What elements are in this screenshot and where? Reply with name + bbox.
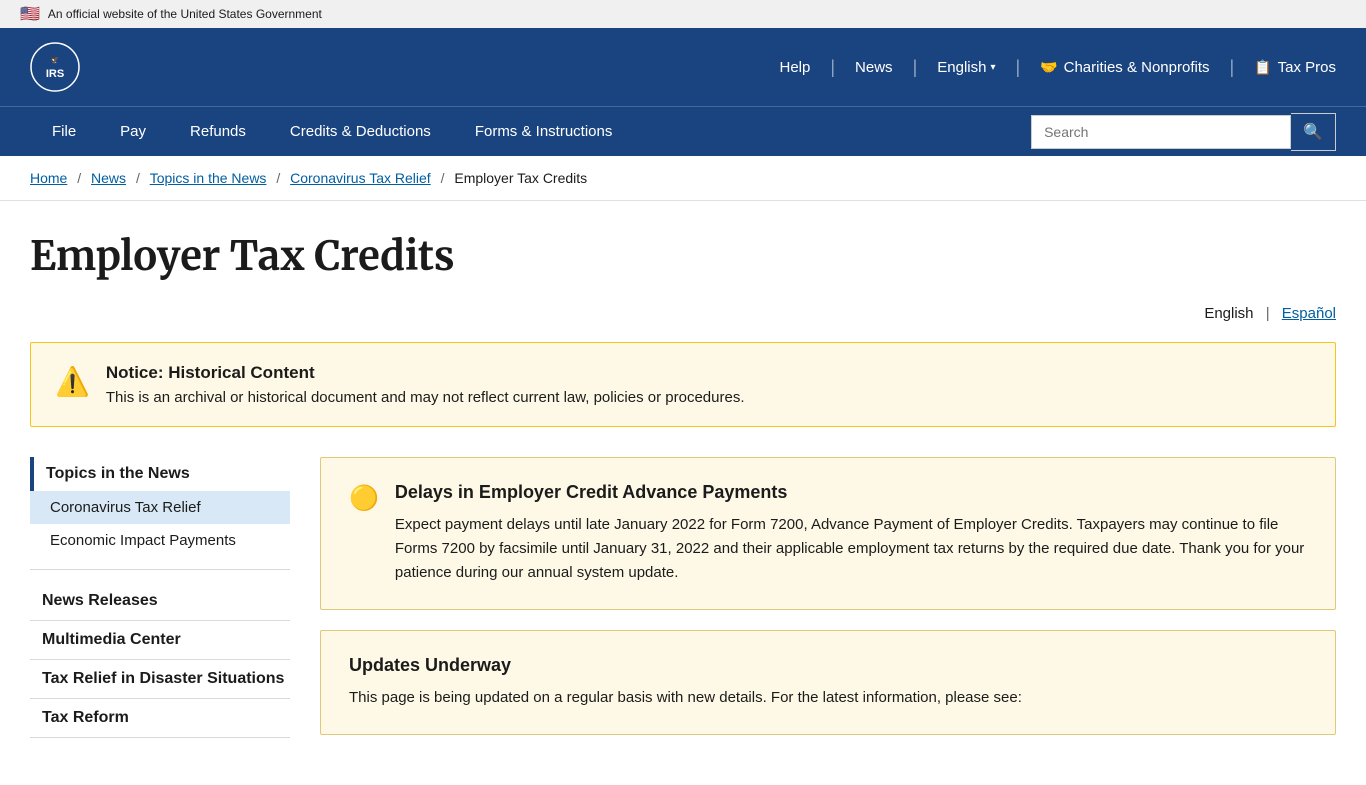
gov-banner: 🇺🇸 An official website of the United Sta… [0, 0, 1366, 28]
sidebar-topics-section: Topics in the News Coronavirus Tax Relie… [30, 457, 290, 570]
main-layout: Topics in the News Coronavirus Tax Relie… [30, 457, 1336, 755]
sidebar-section-title: Topics in the News [30, 457, 290, 491]
breadcrumb-current: Employer Tax Credits [454, 170, 587, 186]
charities-label: Charities & Nonprofits [1064, 59, 1210, 76]
card-delays: 🟡 Delays in Employer Credit Advance Paym… [320, 457, 1336, 610]
card-delays-title: Delays in Employer Credit Advance Paymen… [395, 482, 1307, 503]
sidebar-link-disaster-relief[interactable]: Tax Relief in Disaster Situations [30, 660, 290, 699]
site-header: 🦅 IRS Help | News | English ▾ | 🤝 Charit… [0, 28, 1366, 106]
lang-sep: | [1266, 305, 1274, 322]
sidebar: Topics in the News Coronavirus Tax Relie… [30, 457, 290, 755]
notice-box: ⚠️ Notice: Historical Content This is an… [30, 342, 1336, 427]
charities-icon: 🤝 [1040, 59, 1057, 76]
search-input[interactable] [1031, 115, 1291, 149]
breadcrumb-news[interactable]: News [91, 170, 126, 186]
card-delays-text: Expect payment delays until late January… [395, 513, 1307, 585]
search-button[interactable]: 🔍 [1291, 113, 1336, 151]
irs-logo-link[interactable]: 🦅 IRS [30, 42, 80, 92]
nav-pay[interactable]: Pay [98, 107, 168, 156]
notice-text: This is an archival or historical docume… [106, 389, 745, 406]
divider-1: | [830, 57, 835, 78]
page-content: Employer Tax Credits English | Español ⚠… [0, 201, 1366, 785]
nav-file[interactable]: File [30, 107, 98, 156]
page-title: Employer Tax Credits [30, 231, 1336, 281]
card-delays-header: 🟡 Delays in Employer Credit Advance Paym… [349, 482, 1307, 585]
card-updates-title: Updates Underway [349, 655, 1307, 676]
nav-forms[interactable]: Forms & Instructions [453, 107, 635, 156]
charities-link[interactable]: 🤝 Charities & Nonprofits [1040, 59, 1209, 76]
warning-circle-icon: 🟡 [349, 484, 379, 513]
main-nav-links: File Pay Refunds Credits & Deductions Fo… [30, 107, 634, 156]
taxpros-label: Tax Pros [1278, 59, 1336, 76]
sidebar-link-tax-reform[interactable]: Tax Reform [30, 699, 290, 738]
sidebar-item-coronavirus[interactable]: Coronavirus Tax Relief [30, 491, 290, 524]
help-link[interactable]: Help [780, 59, 811, 76]
breadcrumb-sep-3: / [276, 170, 284, 186]
taxpros-link[interactable]: 📋 Tax Pros [1254, 59, 1336, 76]
chevron-down-icon: ▾ [990, 62, 995, 73]
notice-content: Notice: Historical Content This is an ar… [106, 363, 745, 406]
divider-3: | [1015, 57, 1020, 78]
card-updates-text: This page is being updated on a regular … [349, 686, 1307, 710]
language-selector[interactable]: English ▾ [937, 59, 995, 76]
language-toggle: English | Español [30, 305, 1336, 322]
warning-triangle-icon: ⚠️ [55, 365, 90, 398]
nav-refunds[interactable]: Refunds [168, 107, 268, 156]
language-label: English [937, 59, 986, 76]
sidebar-link-multimedia[interactable]: Multimedia Center [30, 621, 290, 660]
breadcrumb-sep-4: / [441, 170, 449, 186]
svg-text:🦅: 🦅 [51, 55, 60, 64]
card-updates-body: Updates Underway This page is being upda… [349, 655, 1307, 710]
breadcrumb-sep-2: / [136, 170, 144, 186]
breadcrumb-sep-1: / [77, 170, 85, 186]
search-bar: 🔍 [1031, 113, 1336, 151]
breadcrumb-home[interactable]: Home [30, 170, 67, 186]
sidebar-link-news-releases[interactable]: News Releases [30, 582, 290, 621]
main-nav: File Pay Refunds Credits & Deductions Fo… [0, 106, 1366, 156]
notice-title: Notice: Historical Content [106, 363, 745, 383]
card-delays-body: Delays in Employer Credit Advance Paymen… [395, 482, 1307, 585]
svg-text:IRS: IRS [46, 68, 64, 80]
espanol-link[interactable]: Español [1282, 305, 1336, 322]
divider-2: | [913, 57, 918, 78]
gov-banner-text: An official website of the United States… [48, 7, 322, 21]
breadcrumb-topics[interactable]: Topics in the News [150, 170, 267, 186]
news-link[interactable]: News [855, 59, 893, 76]
breadcrumb: Home / News / Topics in the News / Coron… [0, 156, 1366, 201]
taxpros-icon: 📋 [1254, 59, 1271, 76]
breadcrumb-coronavirus[interactable]: Coronavirus Tax Relief [290, 170, 431, 186]
content-area: 🟡 Delays in Employer Credit Advance Paym… [320, 457, 1336, 755]
card-updates: Updates Underway This page is being upda… [320, 630, 1336, 735]
nav-credits[interactable]: Credits & Deductions [268, 107, 453, 156]
sidebar-item-economic-impact[interactable]: Economic Impact Payments [30, 524, 290, 557]
us-flag-icon: 🇺🇸 [20, 4, 40, 24]
divider-4: | [1230, 57, 1235, 78]
current-language: English [1204, 305, 1253, 322]
header-nav: Help | News | English ▾ | 🤝 Charities & … [780, 57, 1337, 78]
irs-eagle-icon: 🦅 IRS [30, 42, 80, 92]
